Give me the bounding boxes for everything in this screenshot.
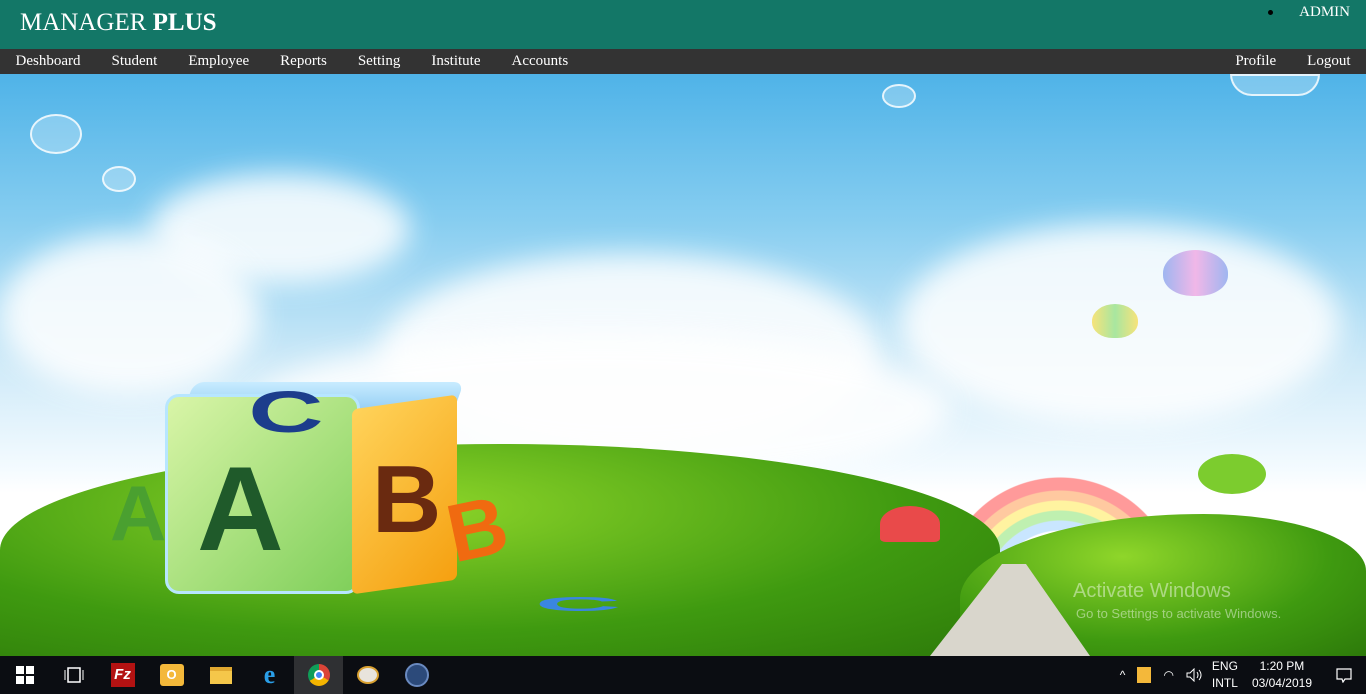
letter-a-small: A [110,469,167,557]
language: ENG [1211,659,1238,673]
brand-logo[interactable]: MANAGER PLUS [20,9,217,37]
mushroom [880,506,940,542]
user-menu[interactable]: ADMIN [1299,4,1350,21]
paint-icon[interactable] [343,656,392,694]
tree [1198,454,1266,494]
start-icon[interactable] [0,656,49,694]
letter-a: A [197,442,284,576]
notifications-icon[interactable] [1322,667,1366,683]
letter-c: C [248,380,324,445]
activate-windows-subtitle: Go to Settings to activate Windows. [1076,606,1282,621]
taskbar: Fz O e ^ ◠ ENG INTL 1:20 PM 03/04/2019 [0,656,1366,694]
letter-c-flat: C [534,592,622,616]
task-view-icon[interactable] [49,656,98,694]
nav-institute[interactable]: Institute [416,53,496,70]
cloud [0,234,260,394]
nav-student[interactable]: Student [96,53,173,70]
bubble [882,84,916,108]
hot-air-balloon [1163,250,1228,296]
internet-explorer-icon[interactable]: e [245,656,294,694]
nav-profile[interactable]: Profile [1220,53,1292,70]
app-header: MANAGER PLUS ADMIN [0,0,1366,49]
outlook-icon[interactable]: O [147,656,196,694]
keyboard-layout: INTL [1211,676,1238,690]
letter-b: B [372,446,442,553]
inkscape-icon[interactable] [392,656,441,694]
brand-bold: PLUS [152,9,217,36]
bubble [1230,74,1320,96]
nav-dashboard[interactable]: Deshboard [0,53,96,70]
brand-regular: MANAGER [20,9,147,36]
nav-reports[interactable]: Reports [265,53,343,70]
main-nav: Deshboard Student Employee Reports Setti… [0,49,1366,74]
outlook-tray-icon[interactable] [1131,667,1157,683]
date: 03/04/2019 [1251,676,1312,690]
nav-logout[interactable]: Logout [1292,53,1366,70]
language-indicator[interactable]: ENG INTL [1208,658,1242,692]
chevron-up-icon[interactable]: ^ [1114,668,1132,682]
file-explorer-icon[interactable] [196,656,245,694]
nav-accounts[interactable]: Accounts [496,53,584,70]
time: 1:20 PM [1259,659,1305,673]
filezilla-icon[interactable]: Fz [98,656,147,694]
clock[interactable]: 1:20 PM 03/04/2019 [1242,658,1322,692]
bubble [102,166,136,192]
chrome-icon[interactable] [294,656,343,694]
banner-image: A B C B A C Activate Windows Go to Setti… [0,74,1366,656]
nav-employee[interactable]: Employee [173,53,265,70]
volume-icon[interactable] [1180,668,1208,682]
wifi-icon[interactable]: ◠ [1157,668,1179,682]
hot-air-balloon [1092,304,1138,338]
activate-windows-title: Activate Windows [1073,580,1231,602]
nav-setting[interactable]: Setting [342,53,416,70]
bubble [30,114,82,154]
bullet-icon [1268,10,1274,15]
